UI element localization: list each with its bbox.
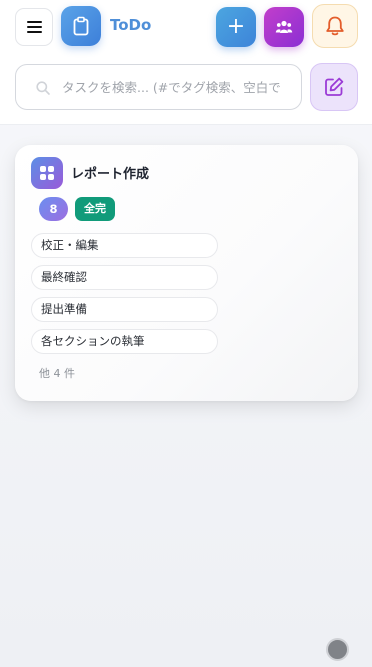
task-list: 校正・編集 最終確認 提出準備 各セクションの執筆 (31, 233, 218, 361)
task-count-badge: 8 (39, 197, 68, 221)
menu-icon-bar (26, 21, 42, 23)
users-icon (275, 20, 293, 33)
task-item[interactable]: 最終確認 (31, 265, 218, 290)
clipboard-icon (73, 16, 89, 36)
grid-icon (31, 157, 63, 189)
task-item[interactable]: 提出準備 (31, 297, 218, 322)
task-group-card[interactable]: レポート作成 8 全完 校正・編集 最終確認 提出準備 各セクションの執筆 他 … (15, 145, 358, 401)
team-button[interactable] (264, 7, 304, 47)
menu-icon-bar (26, 31, 42, 33)
grid-cell (48, 166, 54, 172)
search-input[interactable] (62, 66, 288, 108)
menu-button[interactable] (15, 8, 53, 46)
grid-cell (40, 174, 46, 180)
notifications-button[interactable] (312, 4, 358, 48)
edit-button[interactable] (310, 63, 358, 111)
bell-icon (326, 16, 344, 36)
task-item[interactable]: 校正・編集 (31, 233, 218, 258)
app-title: ToDo (110, 16, 152, 34)
floating-action-button[interactable] (326, 638, 349, 661)
grid-cell (40, 166, 46, 172)
more-tasks-link[interactable]: 他 4 件 (39, 365, 75, 381)
task-item[interactable]: 各セクションの執筆 (31, 329, 218, 354)
status-badge: 全完 (75, 197, 115, 221)
menu-icon-bar (26, 26, 42, 28)
app-header: ToDo + (0, 0, 372, 125)
add-task-button[interactable]: + (216, 7, 256, 47)
app-logo (61, 6, 101, 46)
search-box[interactable] (15, 64, 302, 110)
search-icon (36, 81, 50, 95)
card-title: レポート作成 (71, 167, 150, 182)
plus-icon: + (226, 14, 246, 39)
pencil-square-icon (325, 77, 344, 96)
grid-cell (48, 174, 54, 180)
